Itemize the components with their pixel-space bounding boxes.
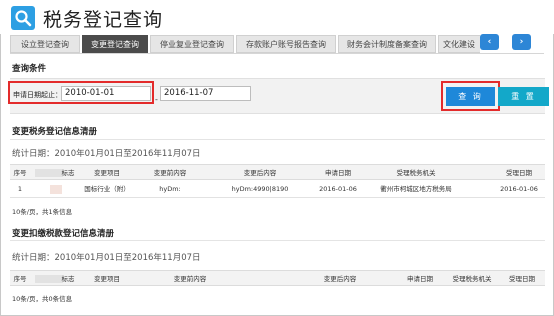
table-row[interactable]: 1 国标行业（附） hyDm: hyDm:4990|8190 2016-01-0…	[10, 181, 545, 198]
chevron-left-icon[interactable]: ‹	[480, 34, 499, 50]
date-to-input[interactable]: 2016-11-07	[160, 86, 251, 101]
table1-header: 序号 标志 变更项目 变更前内容 变更后内容 申请日期 受理税务机关 受理日期	[10, 164, 545, 180]
table1-title: 变更税务登记信息清册	[12, 127, 98, 137]
col-before: 变更前内容	[153, 169, 187, 177]
date-from-input[interactable]: 2010-01-01	[61, 86, 151, 101]
tab-deposit-account-report[interactable]: 存款账户账号报告查询	[236, 35, 336, 53]
col-flag: 标志	[61, 275, 75, 283]
table2-pager: 10条/页，共0条信息	[12, 295, 73, 303]
col-no: 序号	[13, 275, 27, 283]
col-tax-office: 受理税务机关	[452, 275, 492, 283]
table2-header: 序号 标志 变更项目 变更前内容 变更后内容 申请日期 受理税务机关 受理日期	[10, 270, 545, 286]
col-change-item: 变更项目	[94, 275, 120, 283]
col-after: 变更后内容	[323, 275, 357, 283]
page-title: 税务登记查询	[43, 9, 164, 31]
query-section-title: 查询条件	[12, 64, 47, 74]
col-accept-date: 受理日期	[506, 169, 532, 177]
cell-tax-office: 衢州市柯城区地方税务局	[380, 185, 452, 193]
tab-accounting-system-filing[interactable]: 财务会计制度备案查询	[338, 35, 436, 53]
reset-button[interactable]: 重 置	[498, 87, 549, 106]
col-before: 变更前内容	[173, 275, 207, 283]
col-change-item: 变更项目	[94, 169, 120, 177]
tab-setup-registration[interactable]: 设立登记查询	[10, 35, 80, 53]
col-tax-office: 受理税务机关	[396, 169, 436, 177]
table1-title-divider	[10, 139, 545, 140]
tab-suspension-resumption[interactable]: 停业复业登记查询	[150, 35, 234, 53]
tab-divider	[10, 53, 544, 54]
cell-flag	[58, 181, 78, 198]
table2-title: 变更扣缴税款登记信息清册	[12, 229, 115, 239]
cell-before: hyDm:	[159, 185, 181, 193]
table2-stat-date: 统计日期：2010年01月01日至2016年11月07日	[12, 253, 201, 263]
cell-after: hyDm:4990|8190	[231, 185, 289, 193]
col-after: 变更后内容	[243, 169, 277, 177]
table2-title-divider	[10, 240, 545, 241]
col-apply-date: 申请日期	[325, 169, 351, 177]
cell-accept-date: 2016-01-06	[500, 185, 538, 193]
cell-apply-date: 2016-01-06	[319, 185, 357, 193]
col-accept-date: 受理日期	[509, 275, 535, 283]
tab-bar: 设立登记查询 变更登记查询 停业复业登记查询 存款账户账号报告查询 财务会计制度…	[10, 35, 480, 53]
cell-no: 1	[17, 185, 23, 193]
col-no: 序号	[13, 169, 27, 177]
table1-stat-date: 统计日期：2010年01月01日至2016年11月07日	[12, 149, 201, 159]
date-separator: -	[155, 95, 158, 104]
col-flag: 标志	[61, 169, 75, 177]
col-apply-date: 申请日期	[407, 275, 433, 283]
cell-change-item: 国标行业（附）	[84, 185, 130, 193]
chevron-right-icon[interactable]: ›	[512, 34, 531, 50]
tab-culture-construction[interactable]: 文化建设	[438, 35, 480, 53]
search-icon	[11, 6, 35, 30]
table1-pager: 10条/页，共1条信息	[12, 208, 73, 216]
search-button[interactable]: 查 询	[446, 87, 495, 106]
tab-change-registration[interactable]: 变更登记查询	[82, 35, 148, 53]
header: 税务登记查询	[0, 0, 554, 34]
